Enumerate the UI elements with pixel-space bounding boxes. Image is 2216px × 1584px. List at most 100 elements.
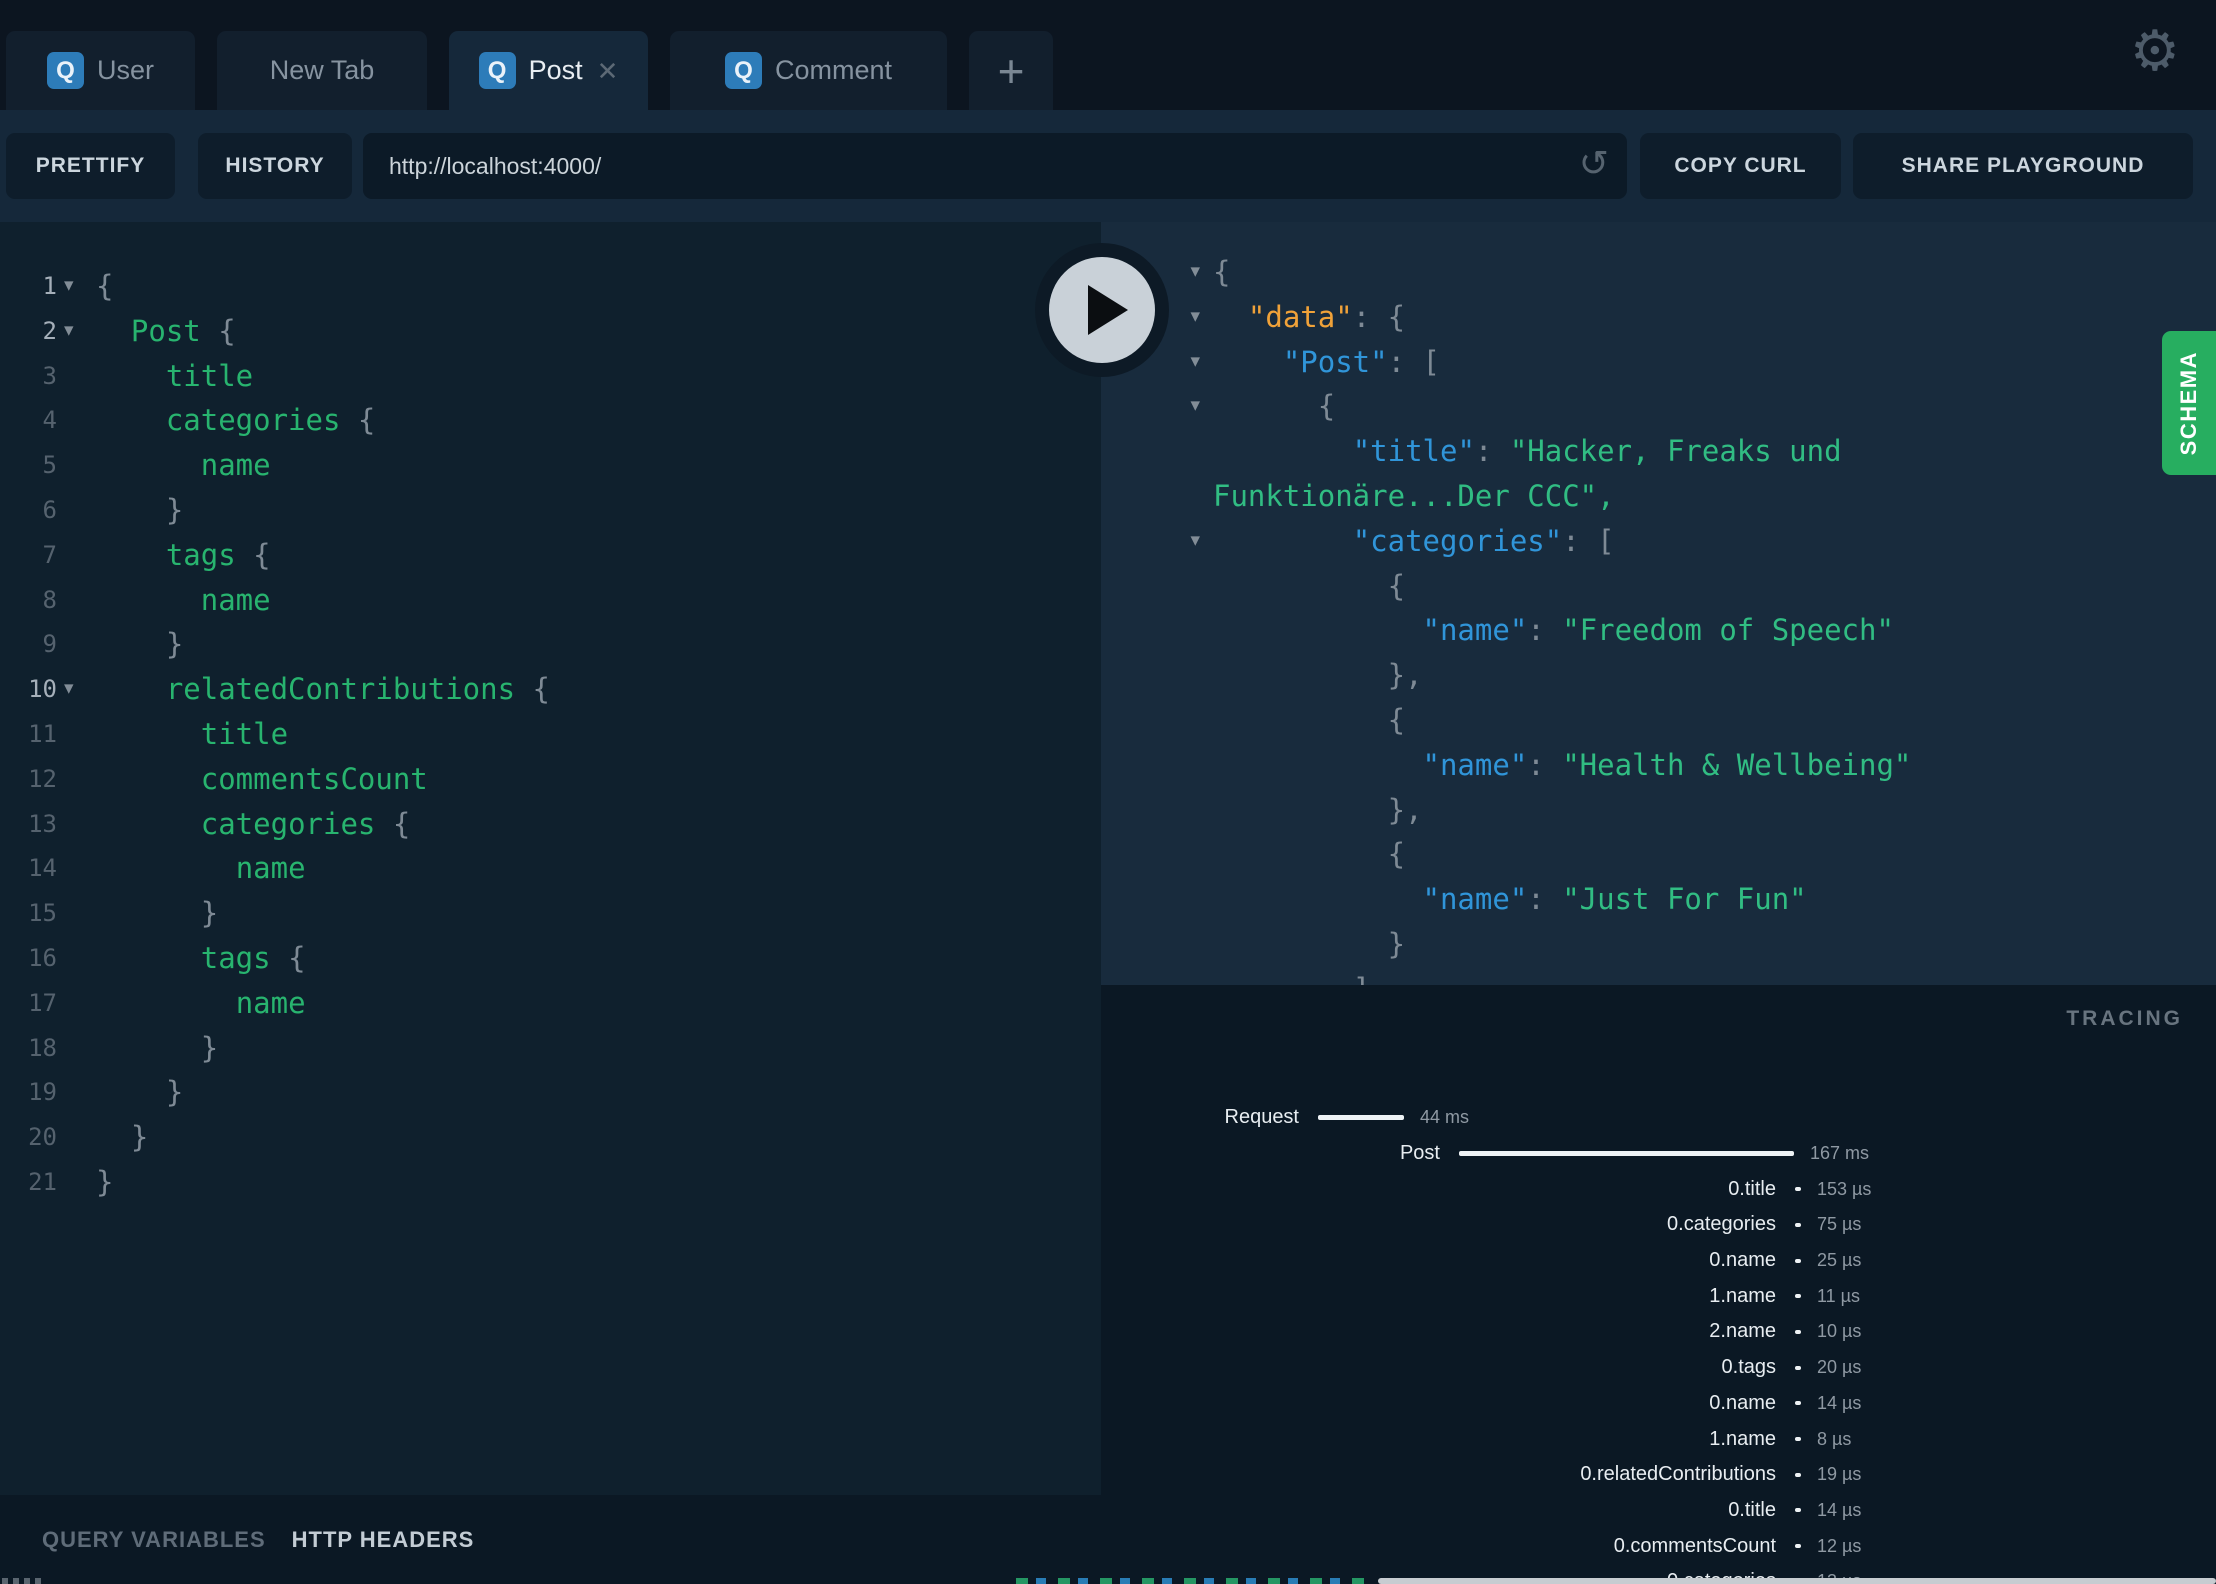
editor-line: 4 categories { (0, 398, 1101, 443)
fold-arrow-icon[interactable]: ▾ (57, 309, 96, 354)
editor-line: 21} (0, 1160, 1101, 1205)
response-line: }, (1101, 653, 2216, 698)
code-line: "title": "Hacker, Freaks und (1352, 434, 1842, 469)
line-number: 8 (42, 585, 57, 614)
reset-endpoint-icon[interactable]: ↺ (1579, 146, 1609, 183)
fold-arrow-icon (57, 757, 96, 802)
trace-resolver-label: 0.title (1728, 1498, 1776, 1521)
fold-arrow-icon[interactable]: ▾ (57, 264, 96, 309)
response-line: Funktionäre...Der CCC", (1101, 474, 2216, 519)
code-line: } (1387, 926, 1406, 961)
tab-query-variables[interactable]: QUERY VARIABLES (42, 1527, 266, 1553)
tab-user[interactable]: Q User (6, 31, 195, 110)
code-line: } (200, 896, 219, 931)
tracing-title: TRACING (2066, 1007, 2183, 1030)
line-number: 14 (28, 854, 57, 883)
editor-line: 8 name (0, 578, 1101, 623)
trace-duration-value: 14 µs (1817, 1499, 1862, 1520)
trace-duration-bar (1795, 1401, 1801, 1406)
tab-http-headers[interactable]: HTTP HEADERS (292, 1527, 475, 1553)
tab-comment[interactable]: Q Comment (670, 31, 947, 110)
trace-row: 0.relatedContributions 19 µs (1101, 1457, 2216, 1493)
line-number: 20 (28, 1123, 57, 1152)
response-line: { (1101, 564, 2216, 609)
fold-arrow-icon (57, 712, 96, 757)
tab-new-tab[interactable]: New Tab (217, 31, 427, 110)
fold-arrow-icon[interactable]: ▾ (1101, 519, 1213, 564)
response-line: "name": "Freedom of Speech" (1101, 608, 2216, 653)
trace-row: 0.name 25 µs (1101, 1243, 2216, 1279)
execute-query-button[interactable] (1035, 243, 1169, 377)
editor-line: 13 categories { (0, 802, 1101, 847)
query-badge-icon: Q (724, 52, 762, 89)
schema-sidebar-tab[interactable]: SCHEMA (2162, 331, 2216, 475)
query-editor[interactable]: 1 ▾{2 ▾ Post {3 title 4 categories {5 name 6… (0, 222, 1101, 1495)
settings-gear-icon[interactable]: ⚙ (2130, 24, 2180, 80)
trace-duration-bar (1795, 1437, 1801, 1442)
response-line: } (1101, 922, 2216, 967)
bottom-edge-clipped-text (1016, 1578, 1368, 1584)
share-playground-button[interactable]: SHARE PLAYGROUND (1853, 133, 2193, 199)
response-line: "name": "Just For Fun" (1101, 877, 2216, 922)
trace-resolver-label: Post (1399, 1142, 1440, 1165)
bottom-edge-artifact (2, 1578, 46, 1584)
fold-arrow-icon (57, 1160, 96, 1205)
trace-duration-bar (1795, 1329, 1801, 1334)
fold-arrow-icon (57, 622, 96, 667)
line-number: 15 (28, 899, 57, 928)
tab-label: Comment (774, 55, 893, 85)
line-number: 11 (28, 719, 57, 748)
editor-line: 18 } (0, 1026, 1101, 1071)
response-line: ▾{ (1101, 250, 2216, 295)
fold-arrow-icon (1101, 608, 1213, 653)
fold-arrow-icon (57, 981, 96, 1026)
trace-resolver-label: 0.relatedContributions (1580, 1463, 1776, 1486)
editor-line: 9 } (0, 622, 1101, 667)
fold-arrow-icon (1101, 922, 1213, 967)
endpoint-url-box: ↺ (363, 133, 1627, 199)
trace-row: 0.commentsCount 12 µs (1101, 1528, 2216, 1564)
code-line: Post { (130, 313, 236, 348)
trace-duration-bar (1795, 1472, 1801, 1477)
line-number: 6 (42, 495, 57, 524)
close-tab-icon[interactable]: ✕ (597, 58, 619, 84)
tab-label: New Tab (269, 55, 375, 85)
trace-duration-value: 12 µs (1817, 1535, 1862, 1556)
fold-arrow-icon[interactable]: ▾ (1101, 384, 1213, 429)
code-line: tags { (165, 537, 271, 572)
trace-resolver-label: 0.name (1709, 1391, 1776, 1414)
fold-arrow-icon (57, 443, 96, 488)
code-line: tags { (200, 940, 306, 975)
code-line: categories { (165, 403, 376, 438)
fold-arrow-icon[interactable]: ▾ (57, 667, 96, 712)
trace-duration-value: 25 µs (1817, 1250, 1862, 1271)
editor-line: 6 } (0, 488, 1101, 533)
trace-duration-value: 11 µs (1817, 1285, 1861, 1306)
trace-resolver-label: 0.commentsCount (1613, 1534, 1776, 1557)
code-line: relatedContributions { (165, 672, 550, 707)
response-line: ▾ "Post": [ (1101, 340, 2216, 385)
editor-line: 12 commentsCount (0, 757, 1101, 802)
line-number: 16 (28, 943, 57, 972)
line-number: 4 (42, 406, 57, 435)
add-tab-button[interactable]: + (969, 31, 1053, 110)
code-line: ] (1213, 967, 1370, 985)
copy-curl-button[interactable]: COPY CURL (1640, 133, 1841, 199)
code-line: "Post": [ (1282, 344, 1440, 379)
editor-line: 20 } (0, 1115, 1101, 1160)
history-button[interactable]: HISTORY (198, 133, 352, 199)
endpoint-url-input[interactable] (363, 133, 1627, 199)
fold-arrow-icon (57, 936, 96, 981)
code-line: "data": { (1247, 299, 1406, 334)
trace-resolver-label: 1.name (1709, 1284, 1776, 1307)
tab-post[interactable]: Q Post ✕ (449, 31, 648, 110)
code-line: { (1387, 837, 1406, 872)
schema-tab-label: SCHEMA (2176, 350, 2201, 456)
horizontal-scrollbar[interactable] (1378, 1578, 2216, 1584)
editor-line: 3 title (0, 354, 1101, 399)
code-line: { (1387, 702, 1406, 737)
code-line: { (1317, 389, 1336, 424)
line-number: 2 (42, 316, 57, 345)
trace-duration-bar (1459, 1151, 1794, 1157)
prettify-button[interactable]: PRETTIFY (6, 133, 175, 199)
